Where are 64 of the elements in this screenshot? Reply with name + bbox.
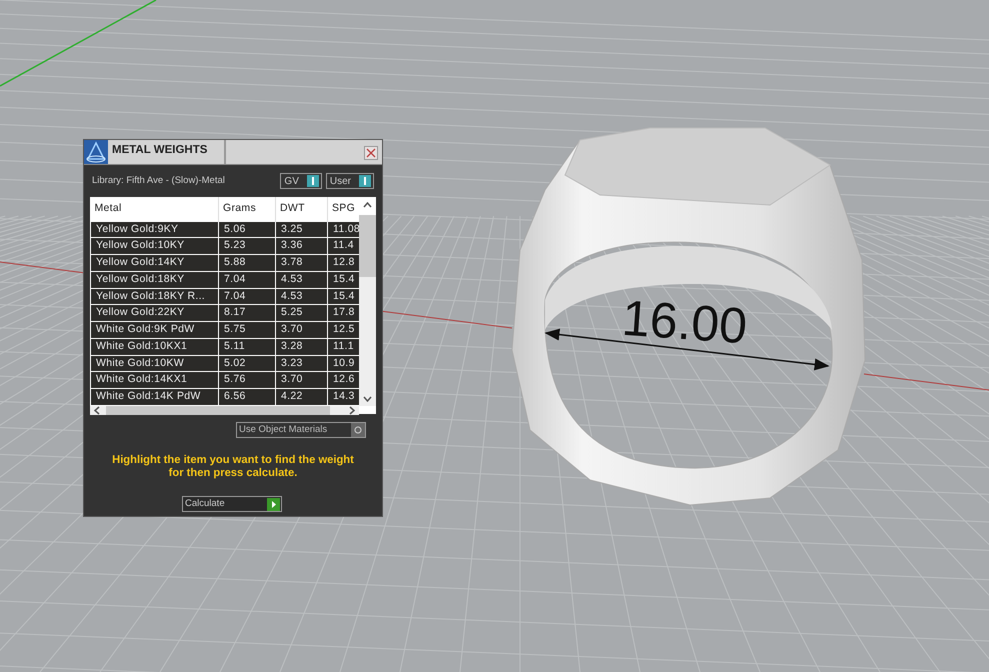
scroll-right-icon [349,406,355,415]
table-cell: 11.1 [328,338,360,355]
table-cell: 4.22 [276,388,328,406]
table-cell: 8.17 [218,304,276,322]
table-cell: 10.9 [328,355,360,372]
table-cell: 5.25 [276,304,328,322]
table-cell: Yellow Gold:9KY [90,221,218,238]
toggle-on-icon [310,177,315,185]
play-icon [267,498,280,510]
table-cell: White Gold:10KX1 [90,338,218,355]
close-icon [366,148,376,158]
circle-icon [354,426,362,434]
table-cell: Yellow Gold:18KY R... [90,288,218,305]
table-cell: 5.76 [218,372,276,388]
scroll-left-icon [94,406,100,415]
column-header: DWT [276,197,328,221]
table-cell: 5.88 [218,254,276,272]
table-cell: White Gold:14K PdW [90,388,218,406]
table-cell: 5.75 [218,322,276,338]
table-cell: Yellow Gold:14KY [90,254,218,272]
toggle-on-icon [363,177,367,185]
scroll-up-icon [363,202,372,208]
table-cell: 14.3 [328,388,360,406]
table-cell: 7.04 [218,271,276,288]
table-cell: 3.70 [276,322,328,338]
table-cell: 12.6 [328,372,360,388]
table-cell: White Gold:10KW [90,355,218,372]
table-cell: 5.23 [218,238,276,254]
scroll-down-icon [363,396,372,402]
table-cell: 4.53 [276,271,328,288]
table-cell: Yellow Gold:18KY [90,271,218,288]
table-cell: 15.4 [328,271,360,288]
library-label: Library: Fifth Ave - (Slow)-Metal [92,174,225,188]
table-cell: 3.25 [276,221,328,238]
toggle-switch[interactable]: Use Object Materials [236,422,366,438]
close-button[interactable] [364,146,378,160]
table-cell: Yellow Gold:10KY [90,238,218,254]
table-cell: 3.23 [276,355,328,372]
table-cell: 12.5 [328,322,360,338]
table-cell: 6.56 [218,388,276,406]
table-cell: 15.4 [328,288,360,305]
table-cell: 5.02 [218,355,276,372]
table-cell: 3.28 [276,338,328,355]
table-cell: 5.11 [218,338,276,355]
table-cell: 5.06 [218,221,276,238]
table-cell: 11.4 [328,238,360,254]
toggle-switch[interactable]: GV [280,173,322,189]
toggle-switch[interactable]: User [326,173,374,189]
table-cell: 3.78 [276,254,328,272]
column-header: Grams [218,197,276,221]
window-title: METAL WEIGHTS [108,140,226,164]
table-cell: 3.36 [276,238,328,254]
app-logo-icon [84,140,108,164]
table-cell: White Gold:14KX1 [90,372,218,388]
table-cell: White Gold:9K PdW [90,322,218,338]
dimension-label: 16.00 [620,292,749,352]
table-cell: 7.04 [218,288,276,305]
calculate-button[interactable]: Calculate [182,496,282,512]
table-cell: 12.8 [328,254,360,272]
table-cell: Yellow Gold:22KY [90,304,218,322]
table-cell: 4.53 [276,288,328,305]
table-cell: 17.8 [328,304,360,322]
table-cell: 3.70 [276,372,328,388]
instruction-text: Highlight the item you want to find the weight for then press calculate. [111,454,355,480]
